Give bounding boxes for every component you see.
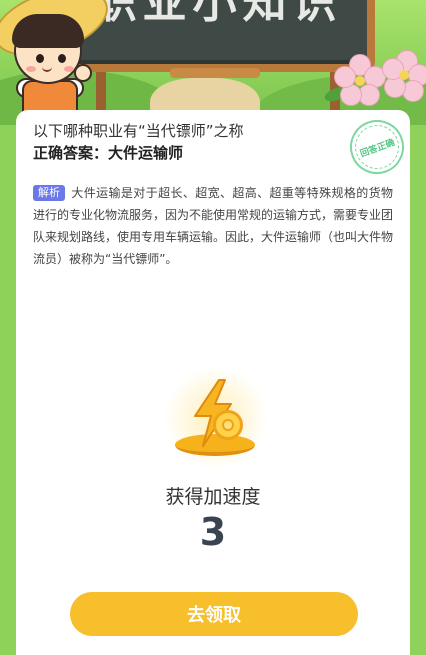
explanation-paragraph: 解析 大件运输是对于超长、超宽、超高、超重等特殊规格的货物进行的专业化物流服务，因… bbox=[33, 182, 393, 270]
flower-center bbox=[399, 70, 409, 80]
board-shelf bbox=[170, 68, 260, 78]
farmer-character bbox=[0, 0, 117, 125]
stamp-text: 回答正确 bbox=[348, 118, 406, 176]
quiz-result-screen: 职业小知识 以下哪种职业有“当代镖师”之称 正确答案：大件运输师 回答正确 解析… bbox=[0, 0, 426, 655]
question-text: 以下哪种职业有“当代镖师”之称 bbox=[33, 122, 244, 140]
header-illustration: 职业小知识 bbox=[0, 0, 426, 125]
character-hair bbox=[12, 14, 84, 48]
grass-edge bbox=[0, 125, 16, 655]
claim-button[interactable]: 去领取 bbox=[70, 592, 358, 636]
explanation-tag: 解析 bbox=[33, 185, 65, 201]
cheek bbox=[26, 66, 36, 72]
correct-answer: 正确答案：大件运输师 bbox=[33, 142, 183, 163]
correct-stamp-icon: 回答正确 bbox=[342, 112, 412, 182]
eye bbox=[36, 54, 44, 63]
result-card: 以下哪种职业有“当代镖师”之称 正确答案：大件运输师 回答正确 解析 大件运输是对… bbox=[16, 110, 412, 655]
eye bbox=[58, 54, 66, 63]
flower-decoration bbox=[382, 50, 426, 110]
character-hand bbox=[74, 64, 92, 82]
lightning-coin-icon bbox=[161, 368, 271, 468]
flower-decoration bbox=[322, 52, 390, 112]
reward-value: 3 bbox=[199, 510, 227, 554]
reward-label: 获得加速度 bbox=[165, 486, 261, 508]
coin-icon bbox=[213, 410, 243, 440]
petal bbox=[334, 66, 356, 88]
flower-center bbox=[355, 76, 365, 86]
answer-value: 大件运输师 bbox=[108, 144, 184, 162]
explanation-text: 大件运输是对于超长、超宽、超高、超重等特殊规格的货物进行的专业化物流服务，因为不… bbox=[33, 186, 394, 266]
grass-edge bbox=[410, 125, 426, 655]
banner-title: 职业小知识 bbox=[92, 0, 343, 28]
answer-prefix: 正确答案： bbox=[33, 144, 109, 162]
cheek bbox=[64, 66, 74, 72]
